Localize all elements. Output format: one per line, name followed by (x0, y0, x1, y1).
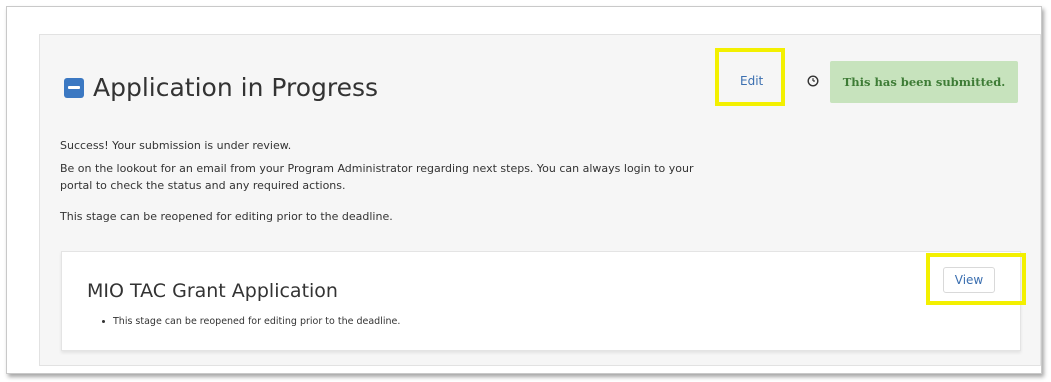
section-header: Application in Progress (64, 73, 378, 102)
email-notice-message: Be on the lookout for an email from your… (60, 162, 694, 192)
card-title: MIO TAC Grant Application (87, 280, 338, 302)
edit-link[interactable]: Edit (740, 74, 763, 88)
application-panel: Application in Progress Edit This has be… (39, 34, 1041, 366)
list-item-text: This stage can be reopened for editing p… (113, 316, 401, 327)
page-title: Application in Progress (93, 73, 379, 102)
success-message: Success! Your submission is under review… (60, 139, 292, 152)
collapse-icon[interactable] (64, 77, 84, 98)
bullet-icon (102, 320, 105, 323)
grant-application-card: MIO TAC Grant Application This stage can… (61, 251, 1026, 351)
card-bullet-list: This stage can be reopened for editing p… (102, 316, 400, 327)
reopen-message: This stage can be reopened for editing p… (60, 210, 393, 223)
status-badge: This has been submitted. (830, 61, 1018, 103)
view-button[interactable]: View (943, 267, 995, 293)
screenshot-frame: Application in Progress Edit This has be… (6, 6, 1042, 374)
clock-icon (807, 75, 819, 87)
list-item: This stage can be reopened for editing p… (102, 316, 400, 327)
